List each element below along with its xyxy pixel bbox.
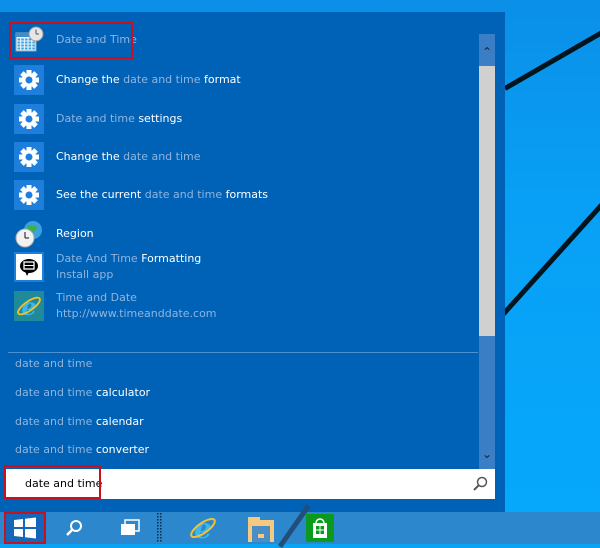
store-icon xyxy=(313,518,327,538)
scroll-up-button[interactable]: ⌃ xyxy=(479,42,495,62)
search-icon[interactable] xyxy=(471,475,489,493)
task-view-button[interactable] xyxy=(116,512,144,544)
search-result[interactable]: Change the date and time format xyxy=(14,64,241,96)
result-subtitle: Install app xyxy=(56,268,114,281)
taskbar-grip[interactable] xyxy=(156,512,164,544)
result-title-part: date and time xyxy=(123,73,201,86)
task-view-icon xyxy=(121,519,140,535)
highlight-box xyxy=(9,22,133,59)
file-explorer-button[interactable] xyxy=(244,512,278,544)
scroll-thumb[interactable] xyxy=(479,66,495,336)
web-suggestion[interactable]: date and time converter xyxy=(15,443,149,456)
result-title-part: date and time xyxy=(123,150,201,163)
result-title-part: formats xyxy=(222,188,269,201)
result-title: Region xyxy=(56,226,94,242)
result-title: Date And Time Formatting xyxy=(56,251,201,267)
result-text: Change the date and time format xyxy=(56,72,241,88)
result-title-part: settings xyxy=(138,112,183,125)
start-search-panel: Date and Time Change the date and time fo… xyxy=(0,12,505,512)
result-text: Date And Time Formatting Install app xyxy=(56,251,201,283)
search-result[interactable]: Date and time settings xyxy=(14,103,182,135)
result-title-part: Region xyxy=(56,227,94,240)
suggestion-query: date and time xyxy=(15,386,96,399)
wallpaper-line xyxy=(501,193,600,317)
grip-icon xyxy=(157,513,163,543)
result-title-part: Date and time xyxy=(56,112,139,125)
result-title: Date and time settings xyxy=(56,111,182,127)
result-title-part: format xyxy=(200,73,241,86)
result-title-part: date and time xyxy=(144,188,223,201)
highlight-box xyxy=(4,512,46,544)
highlight-box xyxy=(4,465,101,499)
search-button[interactable] xyxy=(60,512,88,544)
gear-icon xyxy=(14,65,44,95)
internet-explorer-icon: e xyxy=(14,291,44,321)
result-title: Time and Date xyxy=(56,290,217,306)
gear-icon xyxy=(14,180,44,210)
search-icon xyxy=(66,520,82,536)
result-text: Region xyxy=(56,226,94,242)
search-result[interactable]: See the current date and time formats xyxy=(14,179,268,211)
result-title-part: Formatting xyxy=(141,252,202,265)
result-subtitle: http://www.timeanddate.com xyxy=(56,307,217,320)
suggestion-completion: calculator xyxy=(95,386,151,399)
result-title-part: Change the xyxy=(56,150,124,163)
suggestion-query: date and time xyxy=(15,357,93,370)
divider xyxy=(8,352,478,353)
result-title-part: See the current xyxy=(56,188,145,201)
app-store-icon xyxy=(14,252,44,282)
search-result[interactable]: e Time and Date http://www.timeanddate.com xyxy=(14,290,217,322)
result-title-part: Change the xyxy=(56,73,124,86)
web-suggestion[interactable]: date and time calculator xyxy=(15,386,150,399)
internet-explorer-button[interactable]: e xyxy=(186,512,220,544)
suggestion-query: date and time xyxy=(15,415,96,428)
result-title: Change the date and time xyxy=(56,149,201,165)
result-title-part: Date And Time xyxy=(56,252,142,265)
store-button[interactable] xyxy=(306,514,334,542)
suggestion-completion: calendar xyxy=(95,415,144,428)
search-result[interactable]: Date And Time Formatting Install app xyxy=(14,251,201,283)
suggestion-query: date and time xyxy=(15,443,96,456)
result-title-part: Time and Date xyxy=(56,291,137,304)
result-title: Change the date and time format xyxy=(56,72,241,88)
suggestion-completion: converter xyxy=(95,443,149,456)
web-suggestion[interactable]: date and time calendar xyxy=(15,415,144,428)
globe-clock-icon xyxy=(14,219,44,249)
wallpaper-line xyxy=(503,26,600,91)
internet-explorer-icon: e xyxy=(190,513,216,543)
result-text: Change the date and time xyxy=(56,149,201,165)
result-text: Time and Date http://www.timeanddate.com xyxy=(56,290,217,322)
search-result[interactable]: Change the date and time xyxy=(14,141,201,173)
taskbar: e xyxy=(0,504,600,548)
gear-icon xyxy=(14,104,44,134)
result-title: See the current date and time formats xyxy=(56,187,268,203)
svg-text:e: e xyxy=(194,513,212,543)
scrollbar[interactable]: ⌃ ⌄ xyxy=(479,34,495,471)
scroll-down-button[interactable]: ⌄ xyxy=(479,444,495,464)
folder-icon xyxy=(248,517,274,542)
web-suggestion[interactable]: date and time xyxy=(15,357,92,370)
result-text: See the current date and time formats xyxy=(56,187,268,203)
result-text: Date and time settings xyxy=(56,111,182,127)
search-result[interactable]: Region xyxy=(14,218,94,250)
gear-icon xyxy=(14,142,44,172)
